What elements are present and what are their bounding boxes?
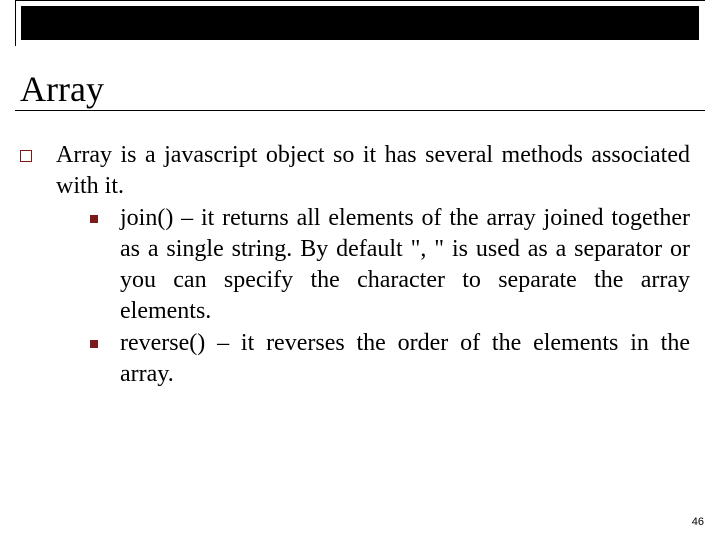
sub-bullet: reverse() – it reverses the order of the… bbox=[90, 328, 690, 389]
top-border bbox=[15, 0, 705, 46]
solid-square-bullet-icon bbox=[90, 340, 98, 348]
sub-bullet: join() – it returns all elements of the … bbox=[90, 203, 690, 326]
slide-title: Array bbox=[20, 68, 104, 110]
intro-text: Array is a javascript object so it has s… bbox=[56, 142, 690, 199]
sub-bullet-text: join() – it returns all elements of the … bbox=[120, 203, 690, 326]
sub-bullet-text: reverse() – it reverses the order of the… bbox=[120, 328, 690, 389]
top-bar bbox=[21, 6, 699, 40]
solid-square-bullet-icon bbox=[90, 215, 98, 223]
slide: Array Array is a javascript object so it… bbox=[0, 0, 720, 540]
hollow-square-bullet-icon bbox=[20, 150, 32, 162]
bullet-level1: Array is a javascript object so it has s… bbox=[20, 140, 690, 390]
title-underline bbox=[15, 110, 705, 111]
page-number: 46 bbox=[692, 516, 704, 528]
slide-body: Array is a javascript object so it has s… bbox=[20, 140, 690, 390]
bullet-content: Array is a javascript object so it has s… bbox=[56, 140, 690, 390]
sub-bullet-list: join() – it returns all elements of the … bbox=[56, 203, 690, 389]
